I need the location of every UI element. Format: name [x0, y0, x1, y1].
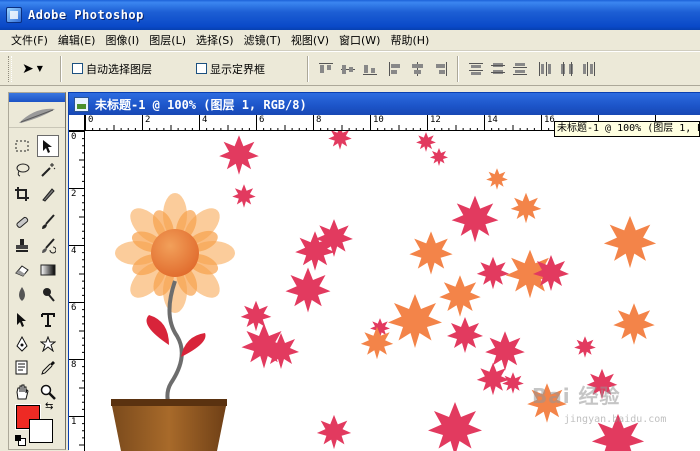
divider — [457, 55, 459, 82]
clone-stamp-tool-icon[interactable] — [11, 235, 33, 257]
menu-view[interactable]: 视图(V) — [286, 31, 334, 50]
flower-illustration — [115, 193, 235, 313]
ruler-v-label: 1 — [71, 417, 77, 427]
auto-select-layer-label: 自动选择图层 — [86, 62, 152, 76]
show-bounding-box-label: 显示定界框 — [210, 62, 265, 76]
menu-bar: 文件(F) 编辑(E) 图像(I) 图层(L) 选择(S) 滤镜(T) 视图(V… — [0, 30, 700, 51]
ruler-v-label: 8 — [71, 360, 77, 370]
background-color-swatch[interactable] — [29, 419, 53, 443]
path-selection-tool-icon[interactable] — [11, 309, 33, 331]
document-tooltip: 未标题-1 @ 100% (图层 1, RGB/8) — [554, 121, 700, 137]
workspace-background — [0, 87, 8, 450]
slice-tool-icon[interactable] — [37, 183, 59, 205]
pen-tool-icon[interactable] — [11, 333, 33, 355]
menu-edit[interactable]: 编辑(E) — [53, 31, 101, 50]
align-vertical-centers-icon[interactable] — [337, 59, 359, 79]
watermark-url: jingyan.baidu.com — [564, 414, 667, 425]
swap-colors-icon[interactable]: ⇆ — [45, 401, 53, 412]
auto-select-layer-checkbox[interactable] — [72, 63, 83, 74]
menu-filter[interactable]: 滤镜(T) — [239, 31, 286, 50]
toolbox-title-bar[interactable] — [9, 93, 65, 102]
distribute-buttons-group — [465, 59, 601, 79]
ruler-v-label: 4 — [71, 246, 77, 256]
lasso-tool-icon[interactable] — [11, 159, 33, 181]
default-colors-icon[interactable] — [15, 435, 26, 446]
magic-wand-tool-icon[interactable] — [37, 159, 59, 181]
align-bottom-edges-icon[interactable] — [359, 59, 381, 79]
crop-tool-icon[interactable] — [11, 183, 33, 205]
align-left-edges-icon[interactable] — [385, 59, 407, 79]
auto-select-layer-option[interactable]: 自动选择图层 — [72, 61, 152, 77]
chevron-down-icon: ▼ — [36, 64, 43, 73]
eyedropper-tool-icon[interactable] — [37, 357, 59, 379]
custom-shape-tool-icon[interactable] — [37, 333, 59, 355]
options-bar-grip[interactable] — [8, 55, 12, 82]
blur-tool-icon[interactable] — [11, 283, 33, 305]
ruler-h-label: 0 — [88, 115, 94, 125]
photoshop-app-icon[interactable] — [6, 7, 22, 23]
marquee-tool-icon[interactable] — [11, 135, 33, 157]
align-horizontal-centers-icon[interactable] — [407, 59, 429, 79]
divider — [307, 55, 309, 82]
healing-brush-tool-icon[interactable] — [11, 211, 33, 233]
ruler-h-label: 8 — [316, 115, 322, 125]
menu-layer[interactable]: 图层(L) — [144, 31, 191, 50]
brush-tool-icon[interactable] — [37, 211, 59, 233]
divider — [60, 55, 62, 82]
ruler-h-label: 10 — [373, 115, 384, 125]
hand-tool-icon[interactable] — [11, 381, 33, 403]
zoom-tool-icon[interactable] — [37, 381, 59, 403]
ruler-v-label: 2 — [71, 189, 77, 199]
distribute-left-icon[interactable] — [535, 59, 557, 79]
align-right-edges-icon[interactable] — [429, 59, 451, 79]
show-bounding-box-option[interactable]: 显示定界框 — [196, 61, 265, 77]
ruler-h-label: 14 — [487, 115, 498, 125]
vertical-ruler[interactable]: 0 2 4 6 8 1 — [69, 131, 85, 451]
watermark-logo: Bai 经验 — [532, 384, 621, 408]
title-bar: Adobe Photoshop — [0, 0, 700, 30]
document-icon — [74, 96, 89, 112]
toolbox: ⇆ — [8, 92, 66, 450]
menu-image[interactable]: 图像(I) — [100, 31, 144, 50]
distribute-vertical-centers-icon[interactable] — [487, 59, 509, 79]
menu-file[interactable]: 文件(F) — [6, 31, 53, 50]
options-bar: ➤ ▼ 自动选择图层 显示定界框 — [0, 51, 700, 86]
text-tool-icon[interactable] — [37, 309, 59, 331]
ruler-h-label: 4 — [202, 115, 208, 125]
menu-window[interactable]: 窗口(W) — [334, 31, 385, 50]
watermark: Bai 经验 jingyan.baidu.com — [532, 380, 666, 425]
dodge-tool-icon[interactable] — [37, 283, 59, 305]
distribute-right-icon[interactable] — [579, 59, 601, 79]
align-buttons-group — [315, 59, 451, 79]
move-tool-icon[interactable] — [37, 135, 59, 157]
ruler-h-label: 2 — [145, 115, 151, 125]
show-bounding-box-checkbox[interactable] — [196, 63, 207, 74]
align-top-edges-icon[interactable] — [315, 59, 337, 79]
feather-logo-icon[interactable] — [9, 102, 65, 128]
eraser-tool-icon[interactable] — [11, 259, 33, 281]
document-title: 未标题-1 @ 100% (图层 1, RGB/8) — [95, 97, 307, 112]
ruler-origin[interactable] — [69, 115, 85, 131]
ruler-h-label: 12 — [430, 115, 441, 125]
distribute-horizontal-centers-icon[interactable] — [557, 59, 579, 79]
notes-tool-icon[interactable] — [11, 357, 33, 379]
gradient-tool-icon[interactable] — [37, 259, 59, 281]
ruler-v-label: 6 — [71, 303, 77, 313]
menu-help[interactable]: 帮助(H) — [385, 31, 434, 50]
ruler-h-label: 6 — [259, 115, 265, 125]
document-title-bar[interactable]: 未标题-1 @ 100% (图层 1, RGB/8) — [69, 93, 700, 115]
history-brush-tool-icon[interactable] — [37, 235, 59, 257]
menu-select[interactable]: 选择(S) — [191, 31, 239, 50]
distribute-bottom-icon[interactable] — [509, 59, 531, 79]
distribute-top-icon[interactable] — [465, 59, 487, 79]
ruler-v-label: 0 — [71, 132, 77, 142]
window-title: Adobe Photoshop — [28, 8, 144, 22]
move-tool-icon: ➤ — [22, 60, 34, 77]
tool-preset-picker[interactable]: ➤ ▼ — [22, 61, 54, 77]
